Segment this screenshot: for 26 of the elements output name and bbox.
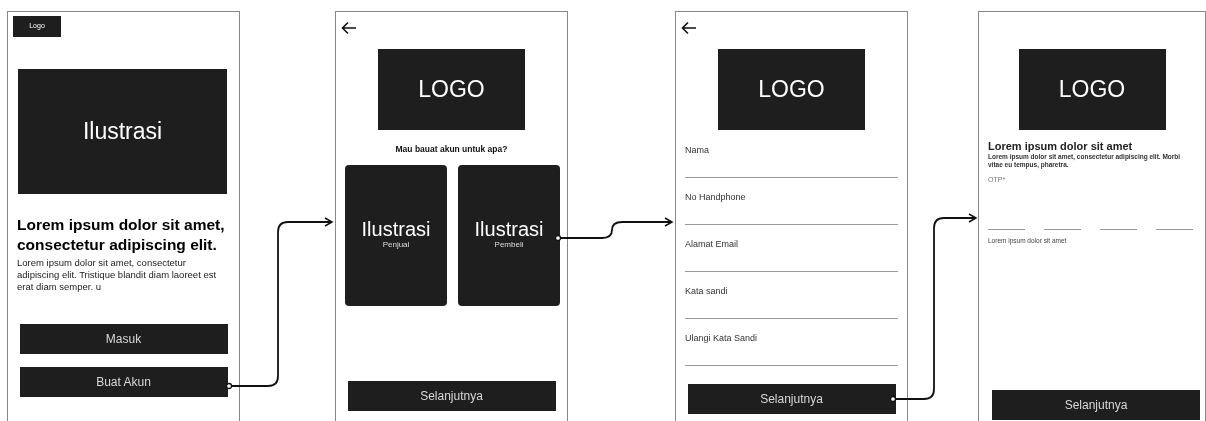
question-text: Mau bauat akun untuk apa? (394, 143, 509, 156)
primary-button[interactable]: Selanjutnya (992, 390, 1200, 421)
primary-button[interactable]: Selanjutnya (687, 384, 896, 414)
card-label: Penjual (382, 239, 410, 252)
primary-button[interactable]: Selanjutnya (347, 380, 556, 411)
role-card[interactable]: Ilustrasi Penjual (345, 164, 447, 306)
card-title: Ilustrasi (361, 219, 431, 240)
logo-label: LOGO (418, 75, 485, 105)
field-label: Nama (685, 144, 710, 157)
title: Lorem ipsum dolor sit amet (988, 140, 1134, 153)
illustration-label: Ilustrasi (82, 117, 163, 147)
back-arrow-icon[interactable] (681, 21, 697, 35)
primary-button[interactable]: Masuk (19, 324, 228, 354)
logo-label: LOGO (758, 75, 825, 105)
back-arrow-icon[interactable] (341, 21, 357, 35)
card-title: Ilustrasi (474, 219, 544, 240)
field-label: No Handphone (685, 191, 747, 204)
primary-button[interactable]: Buat Akun (19, 367, 228, 397)
field-label: Ulangi Kata Sandi (685, 332, 759, 345)
body-text: Lorem ipsum dolor sit amet, consectetur adipiscing elit. Tristique blandit diam laoreet est erat diam semper. u (17, 257, 218, 293)
field-label: Kata sandi (685, 285, 729, 298)
logo-label: LOGO (1058, 75, 1126, 105)
field-label: Alamat Email (685, 238, 739, 251)
card-label: Pembeli (494, 239, 524, 252)
role-card[interactable]: Ilustrasi Pembeli (458, 164, 560, 306)
headline: Lorem ipsum dolor sit amet, consectetur adipiscing elit. (17, 215, 226, 255)
